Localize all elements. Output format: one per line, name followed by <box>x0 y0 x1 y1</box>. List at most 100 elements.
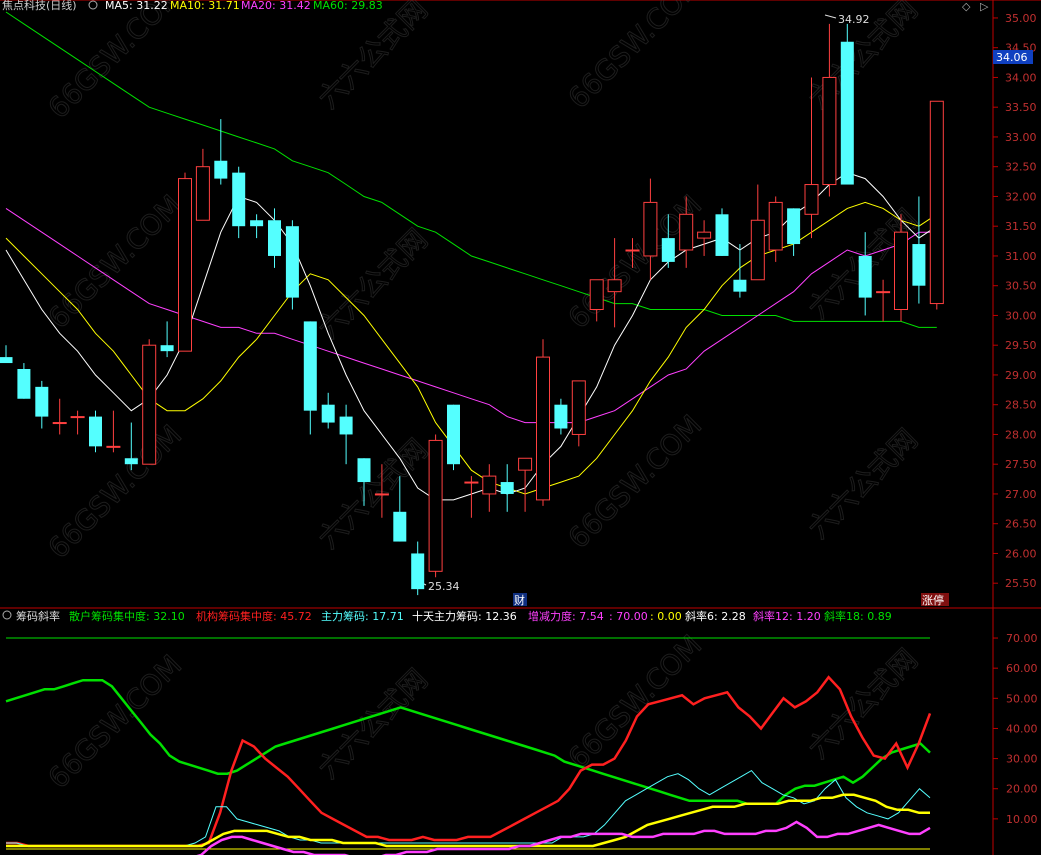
candlesticks[interactable] <box>0 23 944 596</box>
price-tick-label: 27.00 <box>1005 488 1037 501</box>
candle-body <box>124 458 138 465</box>
candle[interactable] <box>733 244 747 298</box>
price-tick-label: 29.50 <box>1005 339 1037 352</box>
candle[interactable] <box>106 410 121 453</box>
title-text: 焦点科技(日线) <box>2 0 77 12</box>
candle[interactable] <box>411 541 425 596</box>
collapse-icon[interactable] <box>88 0 98 10</box>
candle[interactable] <box>876 279 891 322</box>
candle-body <box>697 231 712 239</box>
candle[interactable] <box>768 196 783 262</box>
candle[interactable] <box>160 321 174 358</box>
candle[interactable] <box>303 321 317 435</box>
candle[interactable] <box>195 148 210 221</box>
watermark-text: 六六公式网 <box>802 423 924 545</box>
main10-label: 十天主力筹码: 12.36 <box>412 609 517 623</box>
candle[interactable] <box>571 380 586 447</box>
candle[interactable] <box>482 464 497 512</box>
price-tick-label: 32.50 <box>1005 161 1037 174</box>
candle-body <box>715 214 729 256</box>
price-axis: 25.50 26.00 26.50 27.00 27.50 28.00 28.50 29.00… <box>993 12 1037 590</box>
candle-body <box>106 445 121 448</box>
candle-body <box>500 482 514 494</box>
candle[interactable] <box>787 208 801 256</box>
high-label: 34.92 <box>838 13 870 26</box>
indicator-tick-label: 10.00 <box>1006 813 1038 826</box>
candle[interactable] <box>929 100 944 310</box>
candle[interactable] <box>250 214 264 239</box>
price-tick-label: 30.00 <box>1005 309 1037 322</box>
candle-body <box>89 416 102 447</box>
candle[interactable] <box>142 339 157 465</box>
candle-body <box>339 416 353 435</box>
candle[interactable] <box>554 398 568 435</box>
candle[interactable] <box>321 392 335 429</box>
indicator-collapse-icon[interactable] <box>2 610 12 620</box>
price-tick-label: 29.00 <box>1005 369 1037 382</box>
candle-body <box>428 439 443 572</box>
candle-body <box>321 404 335 423</box>
watermark-text: 六六公式网 <box>312 433 434 555</box>
candle[interactable] <box>464 476 479 518</box>
candle[interactable] <box>428 434 443 578</box>
candle[interactable] <box>518 457 533 512</box>
candle-body <box>285 226 299 298</box>
candle[interactable] <box>447 404 460 471</box>
price-tick-label: 33.00 <box>1005 131 1037 144</box>
candle[interactable] <box>607 238 622 328</box>
candle[interactable] <box>89 410 102 453</box>
cai-marker[interactable]: 财 <box>514 593 525 607</box>
candle[interactable] <box>178 172 192 352</box>
candle[interactable] <box>912 196 926 304</box>
candle[interactable] <box>35 380 49 429</box>
candle[interactable] <box>268 208 281 268</box>
ma20-label: MA20: 31.42 <box>241 0 311 12</box>
ma5-label: MA5: 31.22 <box>105 0 168 12</box>
candle[interactable] <box>339 404 353 465</box>
zhangting-marker[interactable]: 涨停 <box>922 593 944 607</box>
candle[interactable] <box>232 166 246 239</box>
candle[interactable] <box>0 345 13 364</box>
candle[interactable] <box>52 398 67 435</box>
candle[interactable] <box>285 220 299 310</box>
v0-label: : 0.00 <box>650 610 682 623</box>
candle[interactable] <box>697 220 712 256</box>
candle-body <box>536 356 550 501</box>
candle-body <box>70 416 85 419</box>
indicator-tick-label: 70.00 <box>1006 632 1038 645</box>
candle[interactable] <box>70 410 85 435</box>
inst-label: 机构筹码集中度: 45.72 <box>196 609 312 623</box>
candle-body <box>929 100 944 305</box>
candle-body <box>571 380 586 435</box>
candle[interactable] <box>500 464 514 512</box>
candle[interactable] <box>715 208 729 256</box>
retail-label: 散户筹码集中度: 32.10 <box>69 609 185 623</box>
candle-body <box>607 279 622 293</box>
price-tick-label: 28.50 <box>1005 399 1037 412</box>
price-tick-label: 32.00 <box>1005 190 1037 203</box>
indicator-tick-label: 30.00 <box>1006 753 1038 766</box>
candle-body <box>661 238 675 262</box>
candle[interactable] <box>214 119 228 185</box>
candle[interactable] <box>17 363 31 399</box>
candle-body <box>374 493 389 496</box>
ma10-label: MA10: 31.71 <box>170 0 240 12</box>
candle-body <box>52 422 67 425</box>
candle-body <box>142 344 157 465</box>
main-label: 主力筹码: 17.71 <box>321 609 404 623</box>
ma60-line <box>5 11 937 328</box>
candle[interactable] <box>750 184 765 281</box>
candle[interactable] <box>840 23 854 185</box>
watermark-text: 66GSW.COM <box>562 0 709 115</box>
candle[interactable] <box>536 339 550 506</box>
price-tick-label: 35.00 <box>1005 12 1037 25</box>
candle[interactable] <box>822 23 837 197</box>
indicator-tick-label: 60.00 <box>1006 662 1038 675</box>
scroll-right-icon[interactable]: ▷ <box>980 0 989 13</box>
diamond-icon[interactable]: ◇ <box>962 0 971 13</box>
candle-body <box>214 160 228 179</box>
watermark: 66GSW.COM 六六公式网 66GSW.COM 六六公式网 66GSW.COM 六六公… <box>41 0 924 795</box>
indicator-tick-label: 20.00 <box>1006 783 1038 796</box>
candle-body <box>912 244 926 286</box>
indicator-series-line <box>6 793 930 848</box>
